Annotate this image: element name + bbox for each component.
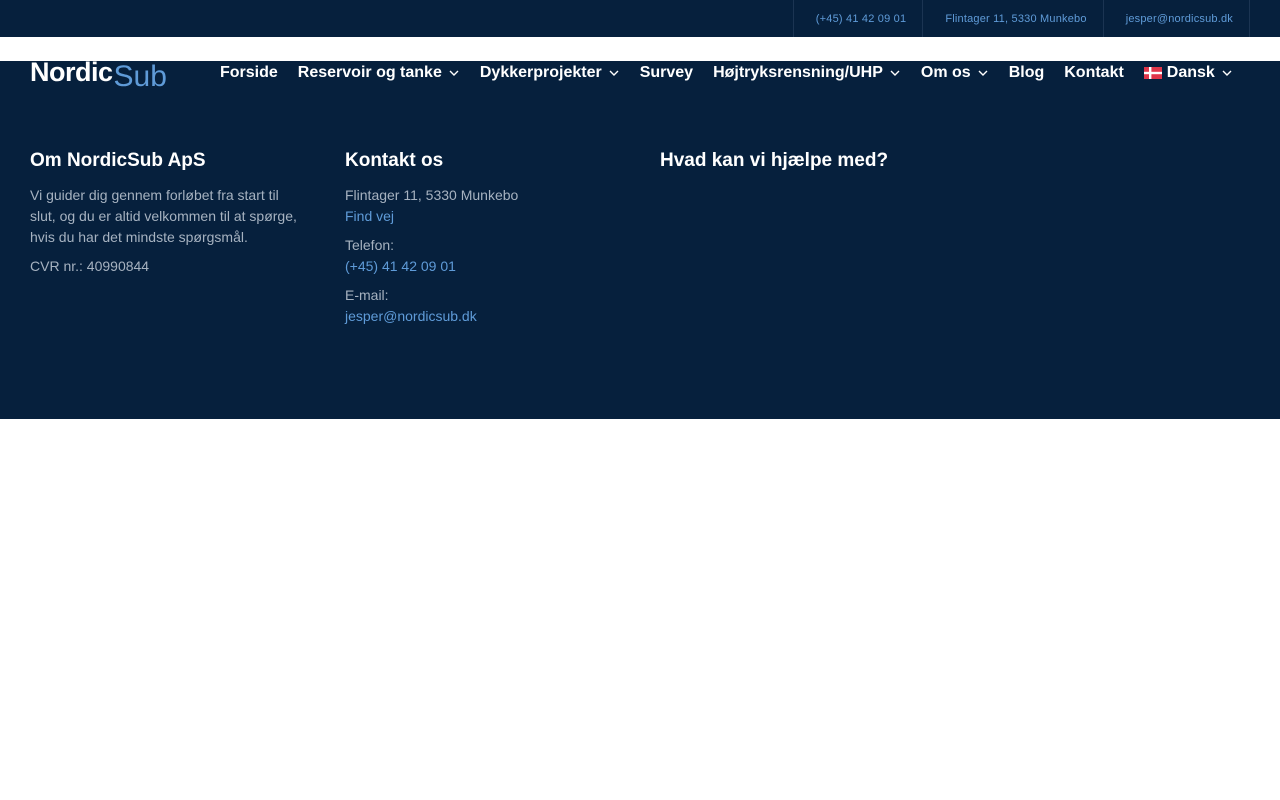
main-navigation: Forside Reservoir og tanke Dykkerprojekt…: [210, 58, 1243, 88]
top-info-bar: (+45) 41 42 09 01 Flintager 11, 5330 Mun…: [0, 0, 1280, 37]
nav-item-label: Dykkerprojekter: [479, 64, 602, 81]
email-label: E-mail:: [345, 287, 389, 303]
danish-flag-icon: [1143, 67, 1162, 79]
nav-item-label: Om os: [920, 64, 971, 81]
nav-item-hojtryksrensning[interactable]: Højtryksrensning/UHP: [703, 64, 911, 82]
nav-item-label: Reservoir og tanke: [297, 64, 442, 81]
nav-item-reservoir[interactable]: Reservoir og tanke: [288, 64, 470, 82]
nav-item-label: Blog: [1008, 64, 1045, 81]
help-heading: Hvad kan vi hjælpe med?: [660, 150, 889, 171]
chevron-down-icon: [890, 70, 900, 76]
nav-item-om-os[interactable]: Om os: [911, 64, 999, 82]
nav-item-blog[interactable]: Blog: [999, 64, 1055, 82]
nav-item-forside[interactable]: Forside: [210, 64, 288, 82]
chevron-down-icon: [449, 70, 459, 76]
contact-heading: Kontakt os: [345, 150, 444, 171]
chevron-down-icon: [1222, 70, 1232, 76]
phone-link[interactable]: (+45) 41 42 09 01: [345, 256, 605, 277]
language-label: Dansk: [1166, 64, 1215, 81]
site-logo[interactable]: Nordic Sub: [30, 52, 167, 92]
phone-label: Telefon:: [345, 237, 395, 253]
topbar-address-link[interactable]: Flintager 11, 5330 Munkebo: [922, 0, 1102, 37]
email-link[interactable]: jesper@nordicsub.dk: [345, 306, 605, 327]
contact-address: Flintager 11, 5330 Munkebo: [345, 187, 519, 203]
top-info-links: (+45) 41 42 09 01 Flintager 11, 5330 Mun…: [792, 0, 1250, 37]
about-heading: Om NordicSub ApS: [30, 150, 206, 171]
about-description: Vi guider dig gennem forløbet fra start …: [30, 187, 297, 245]
topbar-phone-link[interactable]: (+45) 41 42 09 01: [792, 0, 923, 37]
directions-link[interactable]: Find vej: [345, 206, 605, 227]
nav-item-dykkerprojekter[interactable]: Dykkerprojekter: [470, 64, 630, 82]
contact-address-block: Flintager 11, 5330 Munkebo Find vej: [345, 185, 605, 227]
chevron-down-icon: [609, 70, 619, 76]
footer-help-column: Hvad kan vi hjælpe med?: [660, 150, 1060, 185]
nav-item-kontakt[interactable]: Kontakt: [1054, 64, 1134, 82]
footer-about-column: Om NordicSub ApS Vi guider dig gennem fo…: [30, 150, 300, 277]
language-switcher[interactable]: Dansk: [1134, 64, 1243, 82]
topbar-email-link[interactable]: jesper@nordicsub.dk: [1102, 0, 1250, 37]
nav-item-label: Kontakt: [1064, 64, 1124, 81]
footer-contact-column: Kontakt os Flintager 11, 5330 Munkebo Fi…: [345, 150, 605, 335]
chevron-down-icon: [978, 70, 988, 76]
logo-text-sub: Sub: [113, 60, 167, 93]
contact-phone-block: Telefon: (+45) 41 42 09 01: [345, 235, 605, 277]
logo-text-nordic: Nordic: [30, 57, 113, 87]
cvr-number: CVR nr.: 40990844: [30, 258, 150, 274]
nav-item-label: Survey: [639, 64, 694, 81]
nav-item-survey[interactable]: Survey: [630, 64, 703, 82]
contact-email-block: E-mail: jesper@nordicsub.dk: [345, 285, 605, 327]
nav-item-label: Højtryksrensning/UHP: [713, 64, 883, 81]
nav-item-label: Forside: [220, 64, 278, 81]
